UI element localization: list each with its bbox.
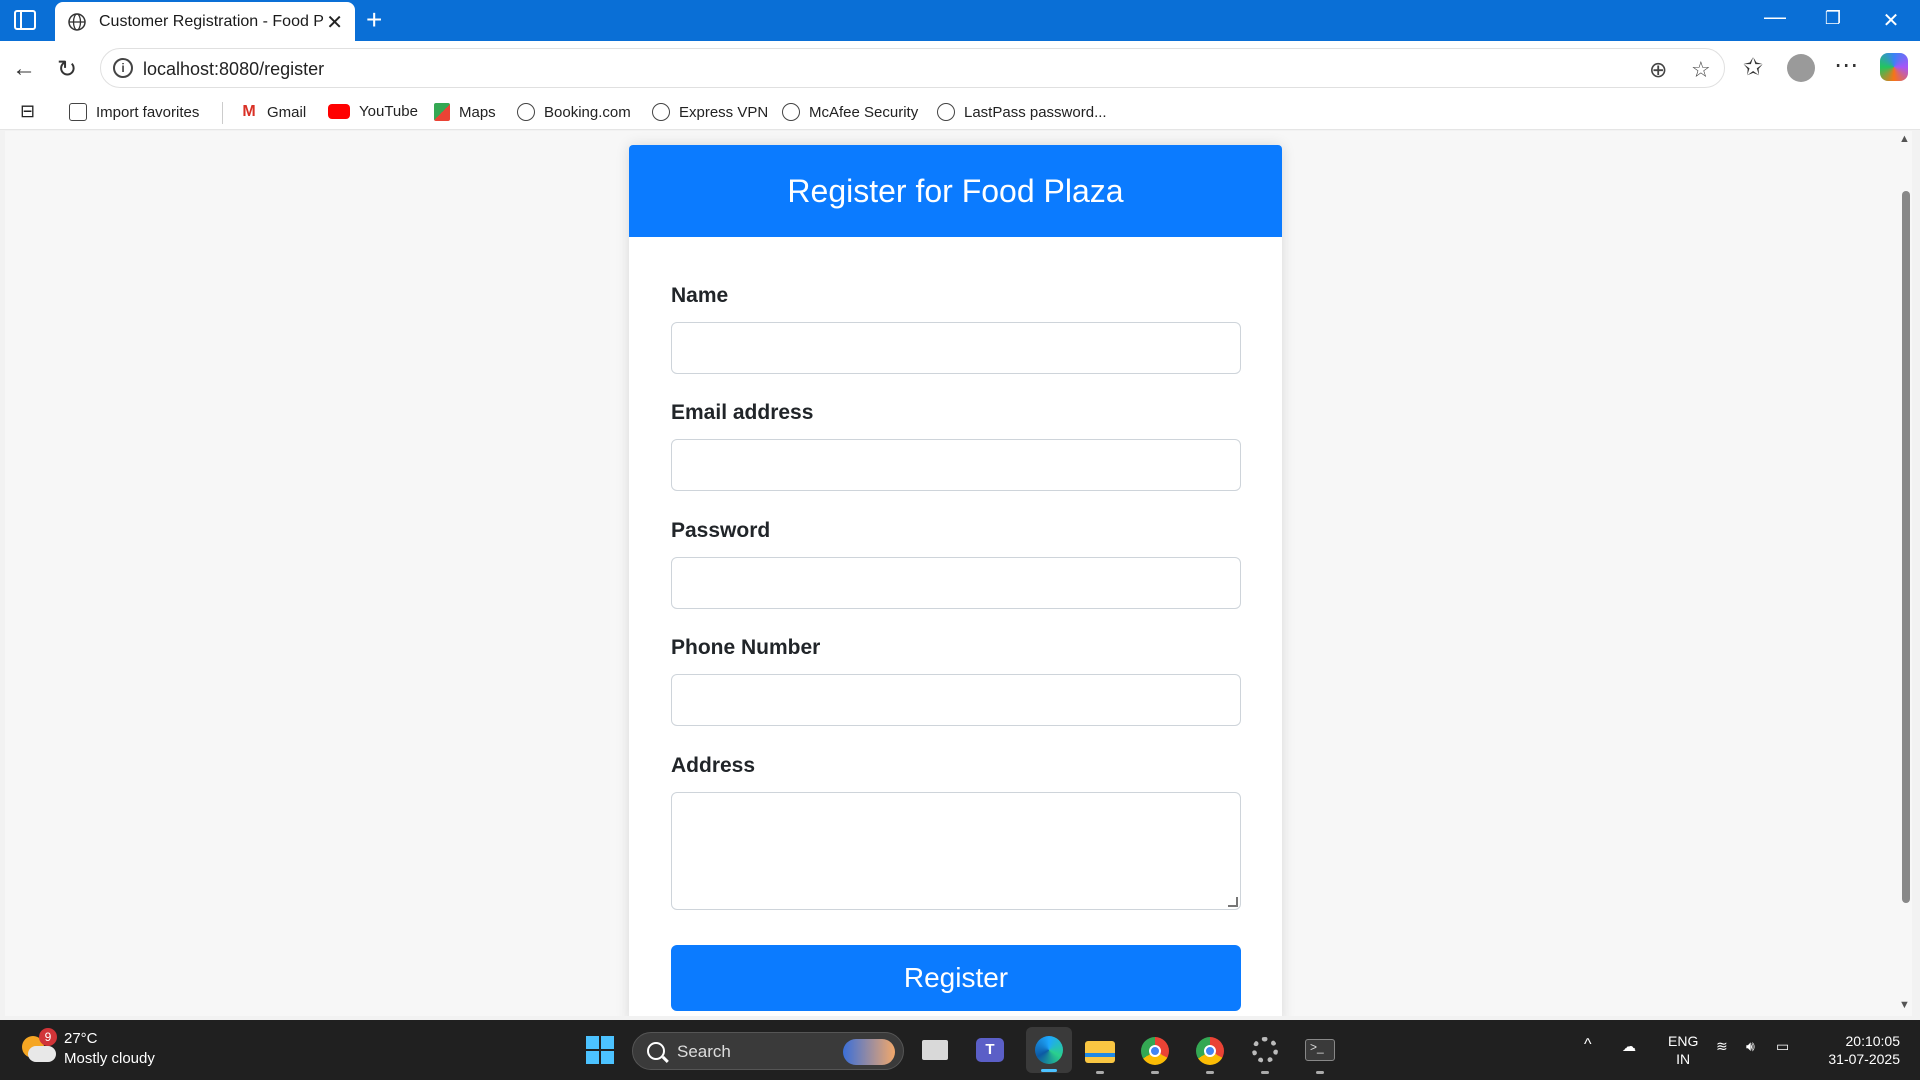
page-scrollbar[interactable]: ▲ ▼	[1898, 131, 1912, 1016]
scroll-down-icon[interactable]: ▼	[1899, 999, 1910, 1011]
browser-titlebar: Customer Registration - Food Pla ✕ + — ❐…	[0, 0, 1920, 41]
favorite-gmail[interactable]: M Gmail	[240, 103, 306, 121]
address-bar[interactable]: i localhost:8080/register ⊕ ☆	[100, 48, 1725, 88]
globe-icon	[652, 103, 670, 121]
onedrive-cloud-icon[interactable]: ☁	[1622, 1038, 1636, 1055]
windows-taskbar: 9 27°C Mostly cloudy Search T >_ ^ ☁ ENG…	[0, 1020, 1920, 1080]
weather-icon[interactable]: 9	[22, 1028, 57, 1064]
restore-button[interactable]: ❐	[1818, 8, 1848, 29]
search-icon	[647, 1042, 665, 1060]
language-region: IN	[1676, 1051, 1691, 1067]
weather-condition[interactable]: Mostly cloudy	[64, 1050, 155, 1067]
register-button[interactable]: Register	[671, 945, 1241, 1011]
password-input[interactable]	[671, 557, 1241, 609]
globe-icon	[937, 103, 955, 121]
site-info-icon[interactable]: i	[113, 58, 133, 78]
volume-icon[interactable]: 🔊︎	[1746, 1038, 1755, 1055]
wifi-icon[interactable]: ≋	[1716, 1038, 1728, 1055]
favorite-star-icon[interactable]: ☆	[1691, 57, 1711, 83]
terminal-icon[interactable]: >_	[1302, 1032, 1338, 1074]
weather-temp[interactable]: 27°C	[64, 1030, 98, 1047]
form-title: Register for Food Plaza	[629, 145, 1282, 237]
gmail-icon: M	[242, 103, 256, 120]
system-clock[interactable]: 20:10:05 31-07-2025	[1812, 1032, 1900, 1068]
favorite-label: Gmail	[267, 103, 307, 121]
address-label: Address	[671, 754, 756, 777]
new-tab-button[interactable]: +	[366, 4, 382, 36]
url-text[interactable]: localhost:8080/register	[143, 59, 324, 80]
favorite-lastpass[interactable]: LastPass password...	[937, 103, 1107, 121]
clock-time: 20:10:05	[1845, 1033, 1901, 1049]
maps-icon	[434, 103, 450, 121]
favorite-label: Maps	[459, 103, 496, 121]
browser-tab-active[interactable]: Customer Registration - Food Pla ✕	[55, 2, 355, 41]
taskbar-search[interactable]: Search	[632, 1032, 904, 1070]
page-viewport: Register for Food Plaza Name Email addre…	[5, 131, 1900, 1016]
address-textarea[interactable]	[671, 792, 1241, 910]
edge-icon[interactable]	[1026, 1027, 1072, 1073]
tab-close-icon[interactable]: ✕	[326, 10, 343, 35]
phone-label: Phone Number	[671, 636, 821, 659]
favorites-bar: ⊟ Import favorites M Gmail YouTube Maps …	[0, 96, 1920, 130]
email-label: Email address	[671, 401, 814, 424]
weather-badge: 9	[39, 1028, 57, 1046]
settings-gear-icon[interactable]	[1247, 1032, 1283, 1074]
battery-icon[interactable]: ▭	[1776, 1038, 1789, 1055]
favorite-mcafee[interactable]: McAfee Security	[782, 103, 918, 121]
youtube-icon	[328, 104, 350, 119]
favorite-booking[interactable]: Booking.com	[517, 103, 631, 121]
language-code: ENG	[1668, 1033, 1699, 1049]
favorite-label: YouTube	[359, 103, 418, 120]
phone-input[interactable]	[671, 674, 1241, 726]
registration-card: Register for Food Plaza Name Email addre…	[629, 145, 1282, 1016]
cloud-icon	[28, 1046, 56, 1062]
import-icon	[69, 103, 87, 121]
scroll-thumb[interactable]	[1902, 191, 1910, 903]
clock-date: 31-07-2025	[1828, 1051, 1900, 1067]
windows-start-icon[interactable]	[586, 1036, 614, 1064]
tray-overflow-chevron-icon[interactable]: ^	[1584, 1036, 1592, 1054]
profile-avatar-icon[interactable]	[1787, 54, 1815, 82]
teams-icon[interactable]: T	[972, 1032, 1008, 1068]
file-explorer-icon[interactable]	[1082, 1032, 1118, 1074]
more-menu-icon[interactable]: ⋯	[1834, 51, 1858, 80]
email-input[interactable]	[671, 439, 1241, 491]
chrome-profile-h-icon[interactable]	[1192, 1032, 1228, 1074]
favorites-divider	[222, 102, 223, 124]
favorite-expressvpn[interactable]: Express VPN	[652, 103, 768, 121]
language-indicator[interactable]: ENG IN	[1668, 1032, 1698, 1068]
resize-handle-icon[interactable]	[1228, 897, 1238, 907]
refresh-icon[interactable]: ↻	[57, 55, 77, 84]
tab-title: Customer Registration - Food Pla	[99, 12, 324, 30]
favorite-import[interactable]: Import favorites	[69, 103, 199, 121]
favorite-label: LastPass password...	[964, 103, 1107, 121]
favorite-label: Express VPN	[679, 103, 769, 121]
name-input[interactable]	[671, 322, 1241, 374]
scroll-up-icon[interactable]: ▲	[1899, 133, 1910, 145]
favorite-label: McAfee Security	[809, 103, 919, 121]
browser-navbar: ← ↻ i localhost:8080/register ⊕ ☆ ✩ ⋯	[0, 41, 1920, 96]
favorite-maps[interactable]: Maps	[434, 103, 496, 121]
search-highlight-icon	[843, 1039, 895, 1065]
minimize-button[interactable]: —	[1760, 4, 1790, 30]
back-arrow-icon[interactable]: ←	[12, 55, 36, 83]
globe-icon	[68, 12, 86, 31]
close-window-button[interactable]: ✕	[1876, 8, 1906, 33]
favorite-label: Booking.com	[544, 103, 631, 121]
favorite-label: Import favorites	[96, 103, 200, 121]
globe-icon	[782, 103, 800, 121]
copilot-icon[interactable]	[1880, 53, 1908, 81]
favorites-list-icon[interactable]: ✩	[1743, 53, 1763, 82]
globe-icon	[517, 103, 535, 121]
collections-icon[interactable]: ⊟	[20, 101, 35, 122]
zoom-icon[interactable]: ⊕	[1649, 57, 1667, 83]
task-view-icon[interactable]	[918, 1032, 954, 1068]
password-label: Password	[671, 519, 771, 542]
search-placeholder: Search	[677, 1042, 731, 1061]
favorite-youtube[interactable]: YouTube	[328, 103, 418, 120]
sidebar-toggle-icon[interactable]	[14, 10, 36, 30]
name-label: Name	[671, 284, 729, 307]
chrome-profile-a-icon[interactable]	[1137, 1032, 1173, 1074]
